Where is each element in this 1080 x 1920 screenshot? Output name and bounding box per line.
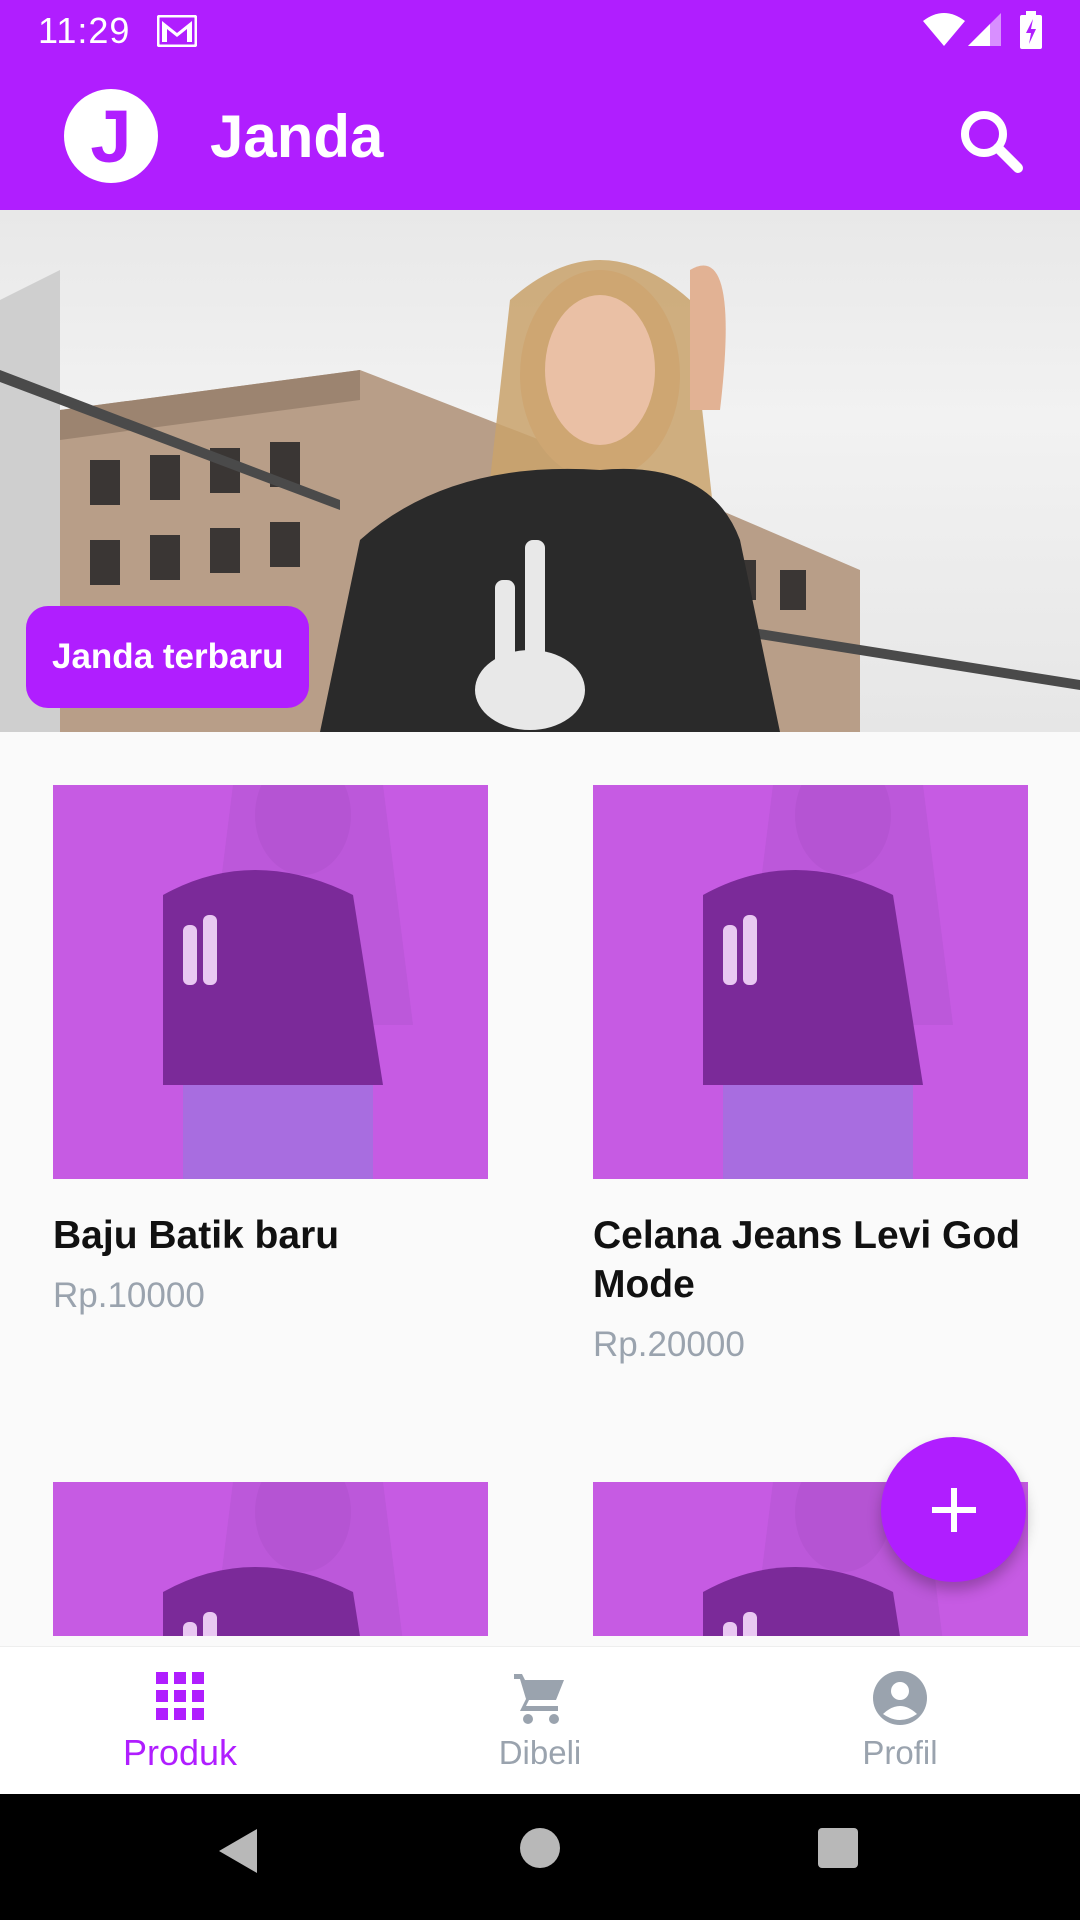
add-product-button[interactable] [881, 1437, 1026, 1582]
status-time: 11:29 [38, 10, 131, 51]
bottom-navigation: Produk Dibeli Profil [0, 1646, 1080, 1794]
account-circle-icon [873, 1671, 927, 1725]
plus-icon [931, 1487, 976, 1532]
product-image [53, 785, 488, 1179]
cart-icon [514, 1674, 564, 1724]
hero-banner[interactable]: Janda terbaru [0, 210, 1080, 732]
nav-item-profil[interactable]: Profil [720, 1647, 1080, 1795]
gmail-icon [156, 14, 198, 52]
nav-label-produk: Produk [122, 1732, 238, 1773]
nav-item-dibeli[interactable]: Dibeli [360, 1647, 720, 1795]
search-icon [961, 111, 1023, 173]
product-image [593, 785, 1028, 1179]
app-bar: J Janda [0, 62, 1080, 210]
wifi-icon [923, 13, 965, 52]
product-price: Rp.10000 [53, 1276, 205, 1315]
product-price: Rp.20000 [593, 1325, 745, 1364]
back-icon[interactable] [217, 1827, 259, 1875]
status-bar: 11:29 [0, 0, 1080, 62]
product-card[interactable]: Baju Batik baru Rp.10000 [53, 785, 488, 1316]
product-card[interactable] [53, 1482, 488, 1636]
recents-icon[interactable] [817, 1827, 859, 1869]
product-image [53, 1482, 488, 1636]
product-title: Celana Jeans Levi God Mode [593, 1214, 1021, 1306]
nav-label-profil: Profil [862, 1734, 938, 1771]
nav-item-produk[interactable]: Produk [0, 1647, 360, 1795]
nav-label-dibeli: Dibeli [498, 1734, 582, 1771]
signal-icon [968, 13, 1002, 52]
app-logo: J [64, 89, 158, 183]
battery-icon [1020, 11, 1042, 54]
system-navigation [0, 1794, 1080, 1920]
hero-badge[interactable]: Janda terbaru [26, 606, 310, 708]
product-title: Baju Batik baru [53, 1214, 340, 1257]
product-card[interactable]: Celana Jeans Levi God Mode Rp.20000 [593, 785, 1028, 1365]
home-icon[interactable] [519, 1827, 561, 1869]
search-button[interactable] [956, 106, 1026, 176]
grid-icon [156, 1672, 204, 1720]
app-title: Janda [210, 103, 384, 170]
